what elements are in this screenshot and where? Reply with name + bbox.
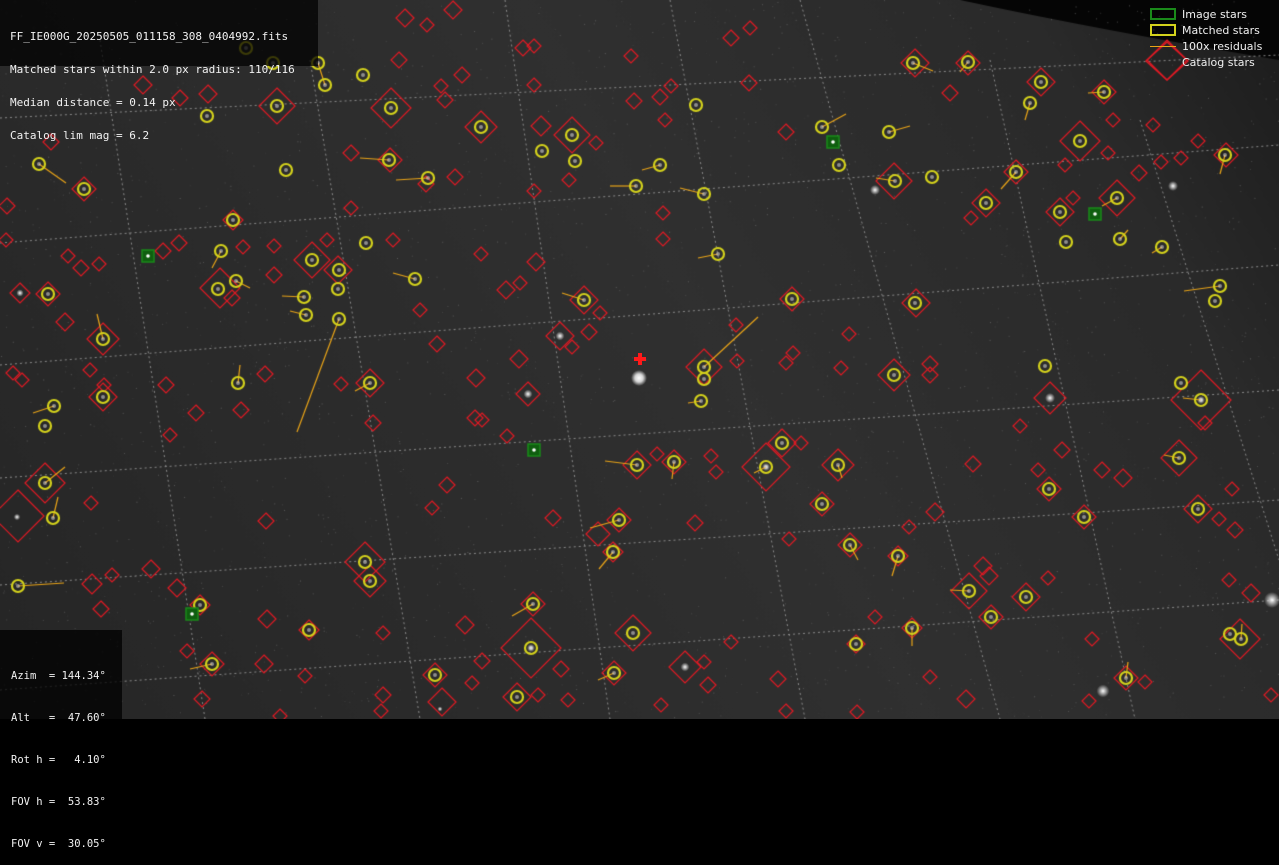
legend-matched-stars: Matched stars xyxy=(1150,22,1271,38)
filename-text: FF_IE000G_20250505_011158_308_0404992.fi… xyxy=(10,30,289,43)
info-panel: FF_IE000G_20250505_011158_308_0404992.fi… xyxy=(0,0,318,141)
catalog-star-icon xyxy=(1150,56,1176,68)
residual-line-icon xyxy=(1150,40,1176,52)
legend-catalog-stars: Catalog stars xyxy=(1150,54,1271,70)
azimuth-text: Azim = 144.34° xyxy=(11,670,106,682)
rotation-text: Rot h = 4.10° xyxy=(11,754,106,766)
legend: Image stars Matched stars 100x residuals… xyxy=(1150,6,1271,70)
legend-catalog-label: Catalog stars xyxy=(1182,55,1255,69)
pointing-panel: Azim = 144.34° Alt = 47.60° Rot h = 4.10… xyxy=(0,630,122,850)
legend-image-label: Image stars xyxy=(1182,7,1247,21)
center-cross-icon xyxy=(634,353,646,365)
matched-star-square-icon xyxy=(1150,24,1176,36)
catalog-limmag-text: Catalog lim mag = 6.2 xyxy=(10,129,150,142)
fov-v-text: FOV v = 30.05° xyxy=(11,838,106,850)
fov-h-text: FOV h = 53.83° xyxy=(11,796,106,808)
legend-image-stars: Image stars xyxy=(1150,6,1271,22)
altitude-text: Alt = 47.60° xyxy=(11,712,106,724)
legend-residuals: 100x residuals xyxy=(1150,38,1271,54)
median-distance-text: Median distance = 0.14 px xyxy=(10,96,176,109)
image-star-square-icon xyxy=(1150,8,1176,20)
matched-stars-text: Matched stars within 2.0 px radius: 110/… xyxy=(10,63,295,76)
legend-residual-label: 100x residuals xyxy=(1182,39,1263,53)
legend-matched-label: Matched stars xyxy=(1182,23,1260,37)
